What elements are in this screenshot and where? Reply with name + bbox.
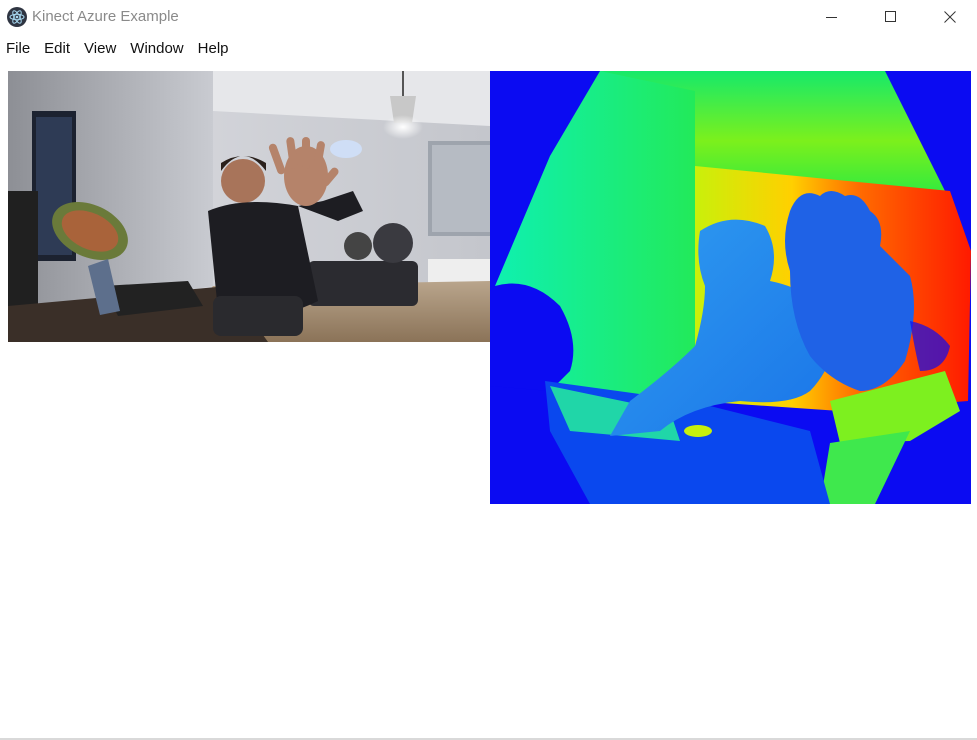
menu-edit[interactable]: Edit xyxy=(37,36,77,62)
window-title: Kinect Azure Example xyxy=(32,8,179,25)
menu-view[interactable]: View xyxy=(77,36,123,62)
electron-app-icon xyxy=(7,7,27,27)
minimize-button[interactable] xyxy=(803,0,861,34)
maximize-button[interactable] xyxy=(862,0,920,34)
title-bar: Kinect Azure Example xyxy=(0,0,977,34)
depth-map-image xyxy=(490,71,971,504)
menu-window[interactable]: Window xyxy=(123,36,190,62)
color-camera-image xyxy=(8,71,490,342)
maximize-icon xyxy=(885,11,896,22)
minimize-icon xyxy=(826,17,837,18)
menu-bar: File Edit View Window Help xyxy=(0,36,977,62)
close-icon xyxy=(944,11,956,23)
menu-file[interactable]: File xyxy=(0,36,37,62)
close-button[interactable] xyxy=(921,0,977,34)
menu-help[interactable]: Help xyxy=(191,36,236,62)
